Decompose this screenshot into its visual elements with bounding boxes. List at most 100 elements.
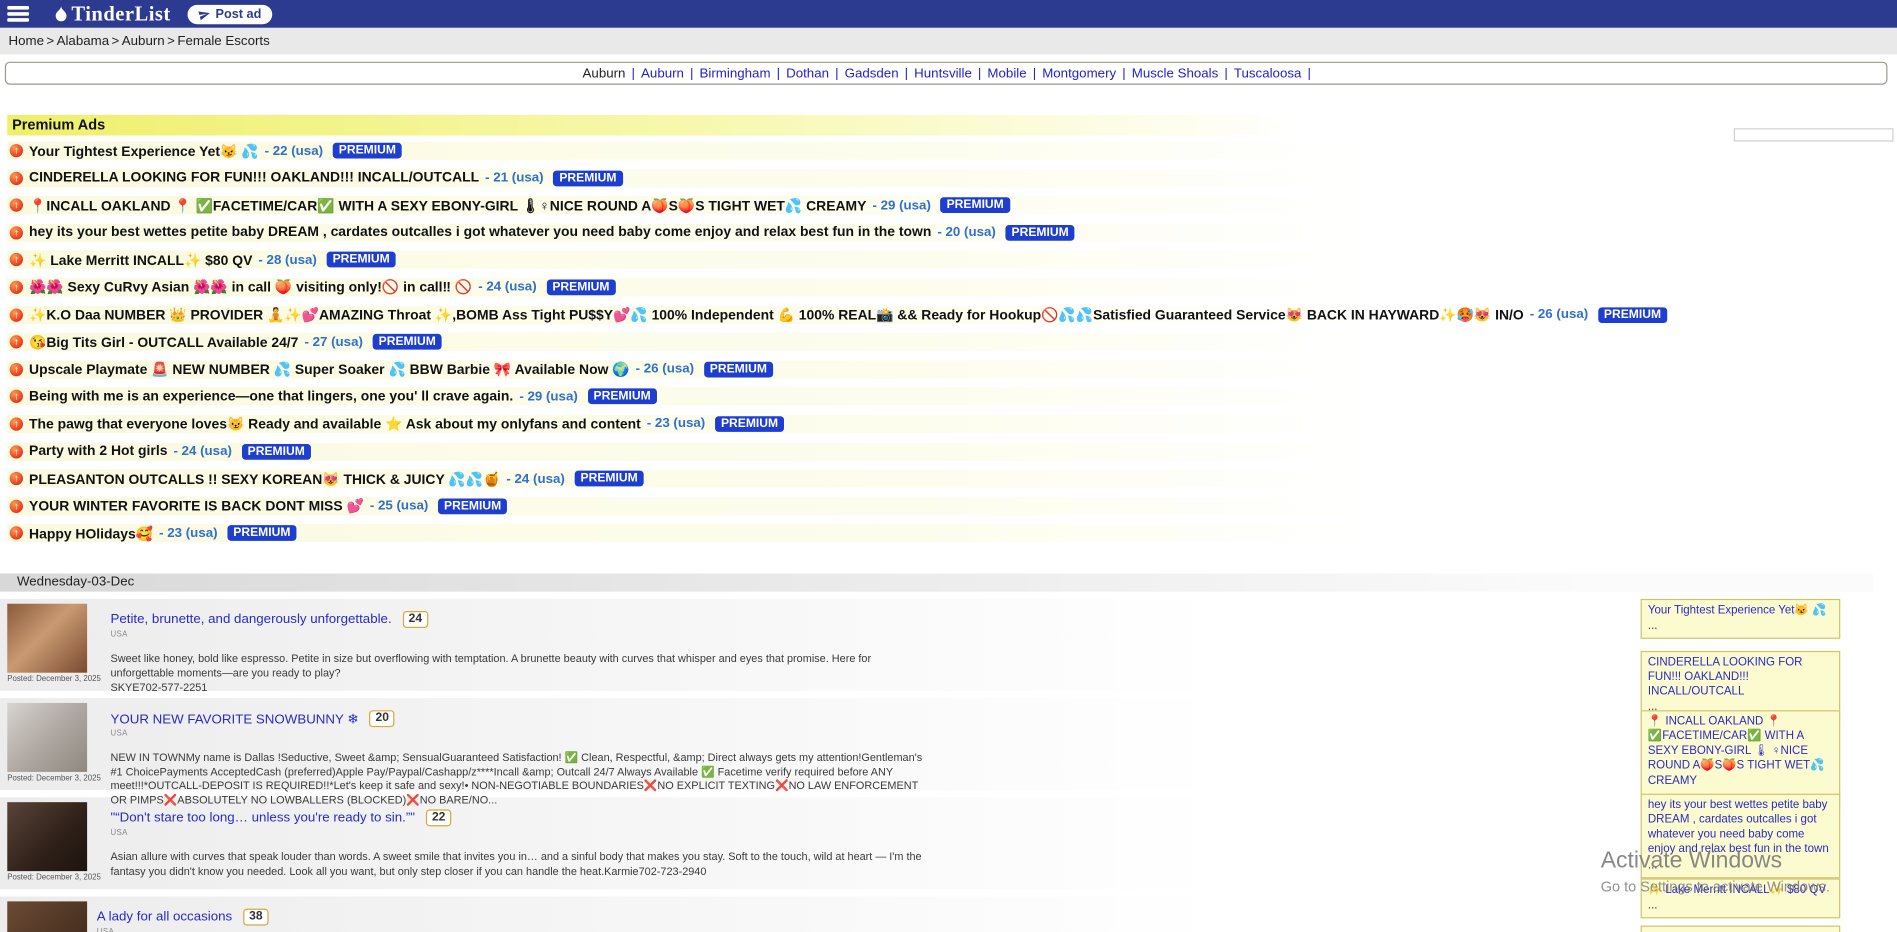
premium-ad-row[interactable]: ↑ 🌺🌺 Sexy CuRvy Asian 🌺🌺 in call 🍑 visit… bbox=[7, 278, 1367, 296]
premium-ad-age: - 22 (usa) bbox=[265, 143, 323, 158]
sidebar-ad-title[interactable]: CINDERELLA LOOKING FOR FUN!!! OAKLAND!!!… bbox=[1648, 656, 1833, 700]
premium-ad-age: - 20 (usa) bbox=[937, 225, 995, 240]
breadcrumb-link[interactable]: Home bbox=[8, 34, 44, 49]
sidebar-ad-box[interactable] bbox=[1641, 926, 1841, 932]
premium-ad-age: - 29 (usa) bbox=[872, 198, 930, 213]
sidebar-ad-title[interactable]: ✨ Lake Merritt INCALL✨ $80 QV bbox=[1648, 883, 1833, 898]
listing-thumbnail-column bbox=[7, 901, 87, 932]
up-arrow-icon: ↑ bbox=[10, 199, 23, 212]
city-link[interactable]: Gadsden bbox=[845, 67, 899, 82]
premium-ad-row[interactable]: ↑ 📍INCALL OAKLAND 📍 ✅FACETIME/CAR✅ WITH … bbox=[7, 196, 1367, 214]
city-link[interactable]: Tuscaloosa bbox=[1234, 67, 1302, 82]
separator: | bbox=[690, 67, 693, 82]
premium-ad-row[interactable]: ↑ hey its your best wettes petite baby D… bbox=[7, 224, 1367, 242]
premium-ad-title[interactable]: 😘Big Tits Girl - OUTCALL Available 24/7 bbox=[29, 334, 298, 351]
premium-ad-title[interactable]: Being with me is an experience—one that … bbox=[29, 389, 513, 404]
premium-ad-row[interactable]: ↑ CINDERELLA LOOKING FOR FUN!!! OAKLAND!… bbox=[7, 169, 1367, 187]
sidebar-ad-ellipsis: ... bbox=[1648, 620, 1833, 635]
premium-ad-row[interactable]: ↑ Being with me is an experience—one tha… bbox=[7, 388, 1367, 406]
listing-card: Posted: December 3, 2025 "“Don't stare t… bbox=[0, 797, 1873, 889]
sidebar-ad-box[interactable]: ✨ Lake Merritt INCALL✨ $80 QV ... bbox=[1641, 878, 1841, 918]
premium-ad-title[interactable]: CINDERELLA LOOKING FOR FUN!!! OAKLAND!!!… bbox=[29, 171, 479, 186]
premium-ad-row[interactable]: ↑ PLEASANTON OUTCALLS !! SEXY KOREAN😻 TH… bbox=[7, 470, 1367, 488]
city-link[interactable]: Montgomery bbox=[1042, 67, 1116, 82]
separator: | bbox=[835, 67, 838, 82]
sidebar-ad-ellipsis: ... bbox=[1648, 899, 1833, 914]
separator: | bbox=[632, 67, 635, 82]
listing-thumbnail-column: Posted: December 3, 2025 bbox=[7, 604, 101, 691]
premium-ad-row[interactable]: ↑ YOUR WINTER FAVORITE IS BACK DONT MISS… bbox=[7, 497, 1367, 515]
age-badge: 22 bbox=[426, 809, 452, 826]
premium-ad-title[interactable]: YOUR WINTER FAVORITE IS BACK DONT MISS 💕 bbox=[29, 498, 364, 515]
up-arrow-icon: ↑ bbox=[10, 335, 23, 348]
premium-ad-row[interactable]: ↑ ✨ Lake Merritt INCALL✨ $80 QV - 28 (us… bbox=[7, 251, 1367, 269]
premium-ad-list: ↑ Your Tightest Experience Yet😼 💦 - 22 (… bbox=[7, 142, 1580, 552]
breadcrumb-link[interactable]: Female Escorts bbox=[177, 34, 269, 49]
premium-ad-age: - 23 (usa) bbox=[159, 526, 217, 541]
premium-ad-title[interactable]: Party with 2 Hot girls bbox=[29, 444, 167, 459]
up-arrow-icon: ↑ bbox=[10, 390, 23, 403]
listing-body: YOUR NEW FAVORITE SNOWBUNNY ❄ 20 USA NEW… bbox=[110, 703, 923, 790]
city-link[interactable]: Huntsville bbox=[914, 67, 972, 82]
premium-ad-title[interactable]: PLEASANTON OUTCALLS !! SEXY KOREAN😻 THIC… bbox=[29, 470, 500, 487]
separator: | bbox=[1224, 67, 1227, 82]
premium-ad-title[interactable]: hey its your best wettes petite baby DRE… bbox=[29, 225, 931, 240]
city-link[interactable]: Dothan bbox=[786, 67, 829, 82]
post-ad-button[interactable]: Post ad bbox=[188, 4, 273, 23]
breadcrumb-link[interactable]: Alabama bbox=[57, 34, 110, 49]
listing-country: USA bbox=[97, 928, 910, 932]
city-link[interactable]: Mobile bbox=[987, 67, 1026, 82]
listing-title-link[interactable]: YOUR NEW FAVORITE SNOWBUNNY ❄ bbox=[110, 711, 358, 727]
premium-badge: PREMIUM bbox=[587, 389, 656, 405]
posted-date: Posted: December 3, 2025 bbox=[7, 774, 101, 782]
sidebar-ad-title[interactable]: hey its your best wettes petite baby DRE… bbox=[1648, 799, 1833, 858]
listing-thumbnail[interactable] bbox=[7, 901, 87, 932]
premium-ad-age: - 26 (usa) bbox=[1530, 307, 1588, 322]
listing-country: USA bbox=[110, 829, 923, 837]
premium-ad-row[interactable]: ↑ Party with 2 Hot girls - 24 (usa) PREM… bbox=[7, 442, 1367, 460]
menu-icon[interactable] bbox=[7, 6, 29, 22]
listing-thumbnail[interactable] bbox=[7, 802, 87, 871]
listing-title-link[interactable]: "“Don't stare too long… unless you're re… bbox=[110, 811, 415, 826]
premium-ad-row[interactable]: ↑ Happy HOlidays🥰 - 23 (usa) PREMIUM bbox=[7, 524, 1367, 542]
premium-ad-title[interactable]: 📍INCALL OAKLAND 📍 ✅FACETIME/CAR✅ WITH A … bbox=[29, 197, 866, 214]
listing-thumbnail[interactable] bbox=[7, 604, 87, 673]
premium-ad-title[interactable]: Happy HOlidays🥰 bbox=[29, 525, 153, 542]
logo[interactable]: TinderList bbox=[53, 2, 170, 26]
premium-ad-age: - 24 (usa) bbox=[173, 444, 231, 459]
premium-ad-row[interactable]: ↑ Your Tightest Experience Yet😼 💦 - 22 (… bbox=[7, 142, 1367, 160]
up-arrow-icon: ↑ bbox=[10, 472, 23, 485]
sidebar-ad-title[interactable]: Your Tightest Experience Yet😼 💦 bbox=[1648, 604, 1833, 619]
up-arrow-icon: ↑ bbox=[10, 445, 23, 458]
premium-ad-row[interactable]: ↑ Upscale Playmate 🚨 NEW NUMBER 💦 Super … bbox=[7, 360, 1367, 378]
up-arrow-icon: ↑ bbox=[10, 171, 23, 184]
premium-ad-title[interactable]: ✨K.O Daa NUMBER 👑 PROVIDER 🧘✨💕AMAZING Th… bbox=[29, 306, 1524, 323]
separator: | bbox=[1122, 67, 1125, 82]
premium-ad-row[interactable]: ↑ ✨K.O Daa NUMBER 👑 PROVIDER 🧘✨💕AMAZING … bbox=[7, 306, 1367, 324]
listing-title-link[interactable]: A lady for all occasions bbox=[97, 910, 232, 925]
listing-title-link[interactable]: Petite, brunette, and dangerously unforg… bbox=[110, 612, 391, 627]
breadcrumb-separator: > bbox=[167, 34, 175, 49]
premium-ad-age: - 26 (usa) bbox=[636, 362, 694, 377]
flame-icon bbox=[53, 5, 69, 23]
listing-card: Posted: December 3, 2025 YOUR NEW FAVORI… bbox=[0, 698, 1873, 790]
premium-ad-row[interactable]: ↑ 😘Big Tits Girl - OUTCALL Available 24/… bbox=[7, 333, 1367, 351]
premium-ad-title[interactable]: Upscale Playmate 🚨 NEW NUMBER 💦 Super So… bbox=[29, 361, 630, 378]
sidebar-ad-title[interactable]: 📍 INCALL OAKLAND 📍 ✅FACETIME/CAR✅ WITH A… bbox=[1648, 715, 1833, 789]
sidebar-ad-box[interactable]: Your Tightest Experience Yet😼 💦 ... bbox=[1641, 599, 1841, 639]
premium-ad-age: - 21 (usa) bbox=[485, 171, 543, 186]
age-badge: 20 bbox=[369, 710, 395, 727]
premium-ad-title[interactable]: Your Tightest Experience Yet😼 💦 bbox=[29, 142, 259, 159]
separator: | bbox=[777, 67, 780, 82]
sidebar-ad-box[interactable]: hey its your best wettes petite baby DRE… bbox=[1641, 794, 1841, 878]
city-link[interactable]: Muscle Shoals bbox=[1132, 67, 1219, 82]
premium-ad-row[interactable]: ↑ The pawg that everyone loves😼 Ready an… bbox=[7, 415, 1367, 433]
premium-ad-title[interactable]: ✨ Lake Merritt INCALL✨ $80 QV bbox=[29, 252, 252, 269]
separator: | bbox=[905, 67, 908, 82]
city-link[interactable]: Birmingham bbox=[700, 67, 771, 82]
premium-ad-title[interactable]: The pawg that everyone loves😼 Ready and … bbox=[29, 416, 641, 433]
city-link[interactable]: Auburn bbox=[641, 67, 684, 82]
premium-ad-title[interactable]: 🌺🌺 Sexy CuRvy Asian 🌺🌺 in call 🍑 visitin… bbox=[29, 279, 472, 296]
listing-thumbnail[interactable] bbox=[7, 703, 87, 772]
breadcrumb-link[interactable]: Auburn bbox=[122, 34, 165, 49]
